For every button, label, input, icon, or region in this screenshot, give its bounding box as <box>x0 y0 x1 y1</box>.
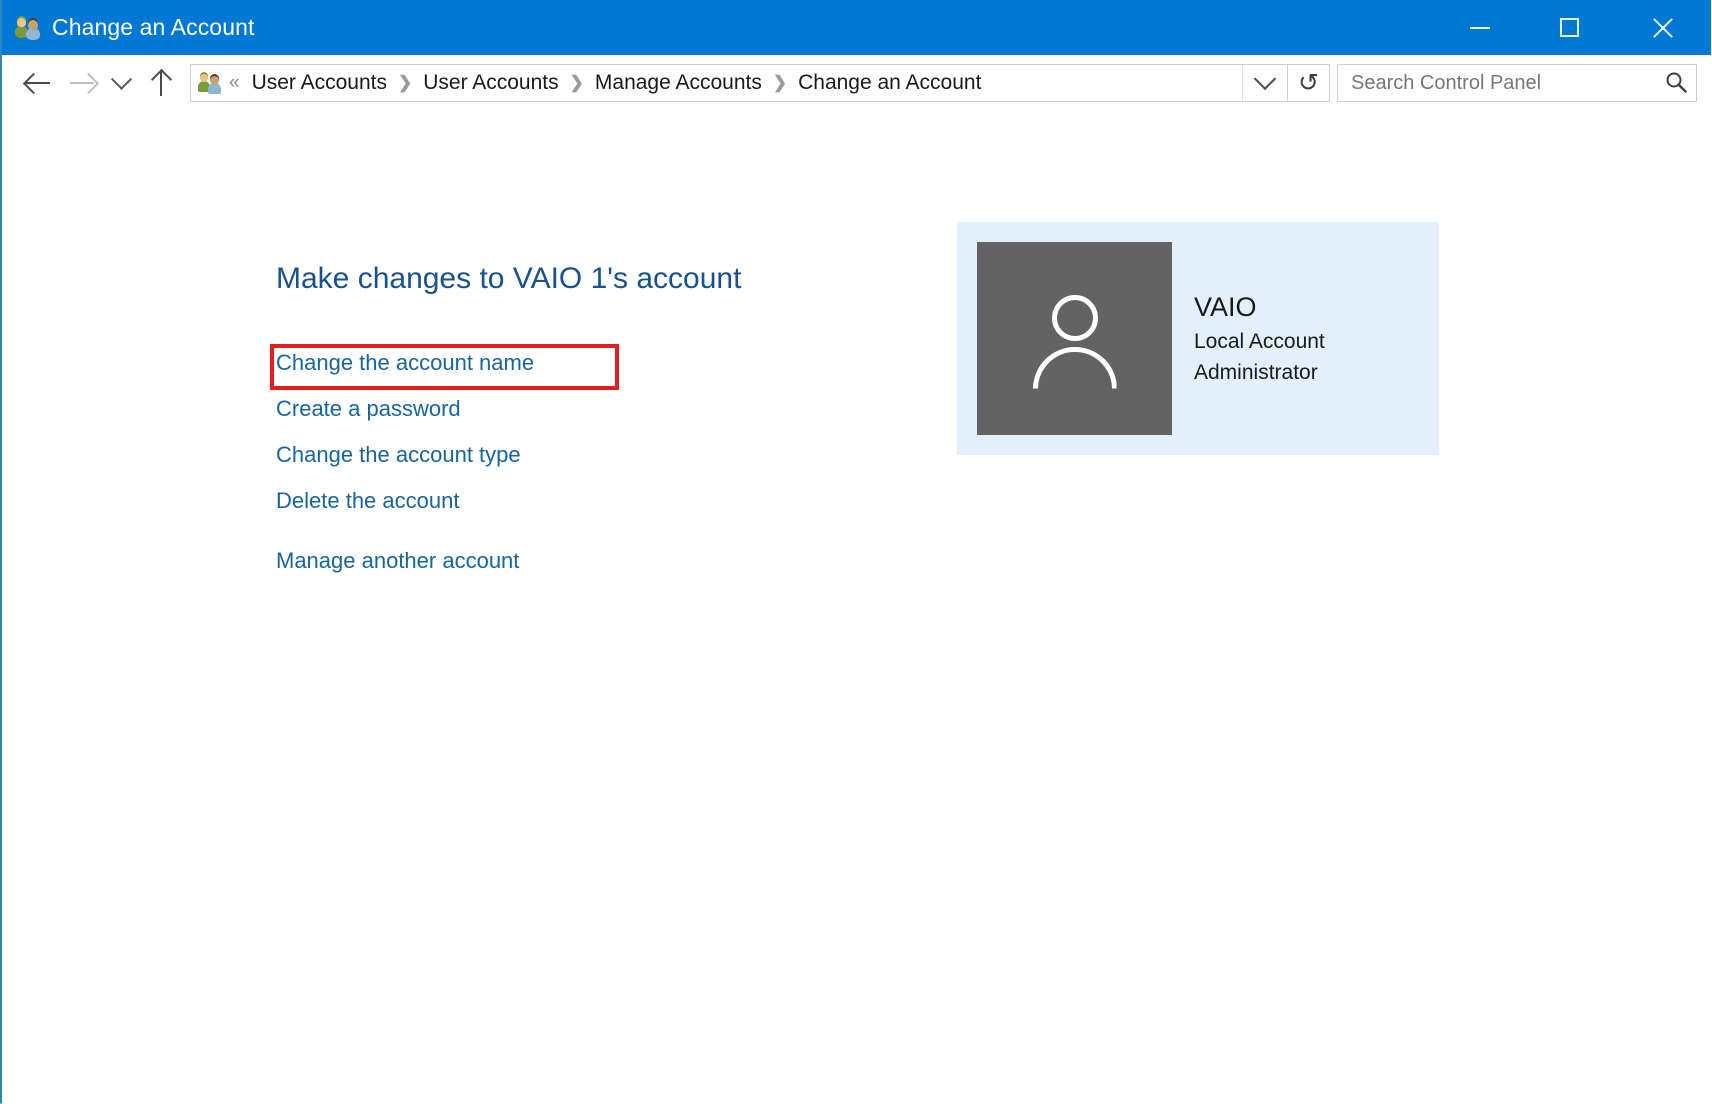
recent-locations-button[interactable] <box>104 61 138 105</box>
link-change-the-account-name[interactable]: Change the account name <box>276 340 534 386</box>
back-button[interactable] <box>16 61 60 105</box>
link-delete-the-account[interactable]: Delete the account <box>276 478 534 524</box>
window-title: Change an Account <box>52 14 255 40</box>
breadcrumb-overflow-icon[interactable]: « <box>229 72 240 94</box>
arrow-left-icon <box>25 72 51 94</box>
refresh-icon: ↻ <box>1298 68 1319 97</box>
maximize-icon <box>1559 18 1579 37</box>
maximize-button[interactable] <box>1523 0 1615 55</box>
link-change-the-account-type[interactable]: Change the account type <box>276 432 534 478</box>
search-placeholder: Search Control Panel <box>1351 71 1542 94</box>
caption-button-group <box>1437 0 1711 55</box>
navigation-bar: « User Accounts ❯ User Accounts ❯ Manage… <box>2 55 1711 112</box>
account-summary-panel: VAIO Local Account Administrator <box>957 222 1439 455</box>
title-bar: Change an Account <box>2 0 1711 55</box>
user-accounts-icon <box>198 72 223 94</box>
account-details: VAIO Local Account Administrator <box>1194 288 1325 388</box>
up-one-level-button[interactable] <box>138 61 184 105</box>
page-title: Make changes to VAIO 1's account <box>276 262 742 295</box>
task-link-list: Change the account name Create a passwor… <box>276 340 534 584</box>
link-create-a-password[interactable]: Create a password <box>276 386 534 432</box>
account-type: Local Account <box>1194 330 1325 353</box>
arrow-right-icon <box>69 72 95 94</box>
minimize-icon <box>1470 26 1490 29</box>
user-avatar-icon <box>1025 289 1125 389</box>
user-accounts-icon <box>15 16 42 40</box>
forward-button <box>60 61 104 105</box>
breadcrumb-separator-icon[interactable]: ❯ <box>773 73 787 93</box>
breadcrumb-item-1[interactable]: User Accounts <box>421 71 560 95</box>
link-manage-another-account[interactable]: Manage another account <box>276 538 534 584</box>
refresh-button[interactable]: ↻ <box>1288 64 1330 102</box>
breadcrumb: User Accounts ❯ User Accounts ❯ Manage A… <box>250 71 1242 95</box>
address-bar[interactable]: « User Accounts ❯ User Accounts ❯ Manage… <box>190 64 1288 102</box>
address-dropdown-button[interactable] <box>1242 65 1287 101</box>
avatar <box>977 242 1172 435</box>
close-icon <box>1650 15 1676 41</box>
minimize-button[interactable] <box>1437 0 1523 55</box>
content-area: Make changes to VAIO 1's account Change … <box>2 112 1711 1104</box>
breadcrumb-separator-icon[interactable]: ❯ <box>398 73 412 93</box>
breadcrumb-separator-icon[interactable]: ❯ <box>570 73 584 93</box>
arrow-up-icon <box>150 70 172 96</box>
breadcrumb-item-3[interactable]: Change an Account <box>796 71 983 95</box>
close-button[interactable] <box>1615 0 1711 55</box>
chevron-down-icon <box>1253 67 1277 91</box>
search-icon[interactable] <box>1656 70 1696 96</box>
account-role: Administrator <box>1194 361 1318 384</box>
account-name: VAIO <box>1194 292 1257 322</box>
breadcrumb-item-2[interactable]: Manage Accounts <box>593 71 764 95</box>
breadcrumb-item-0[interactable]: User Accounts <box>250 71 389 95</box>
change-an-account-window: Change an Account « User Accounts ❯ User… <box>0 0 1712 1104</box>
search-input[interactable]: Search Control Panel <box>1337 64 1697 102</box>
chevron-down-icon <box>110 68 132 90</box>
